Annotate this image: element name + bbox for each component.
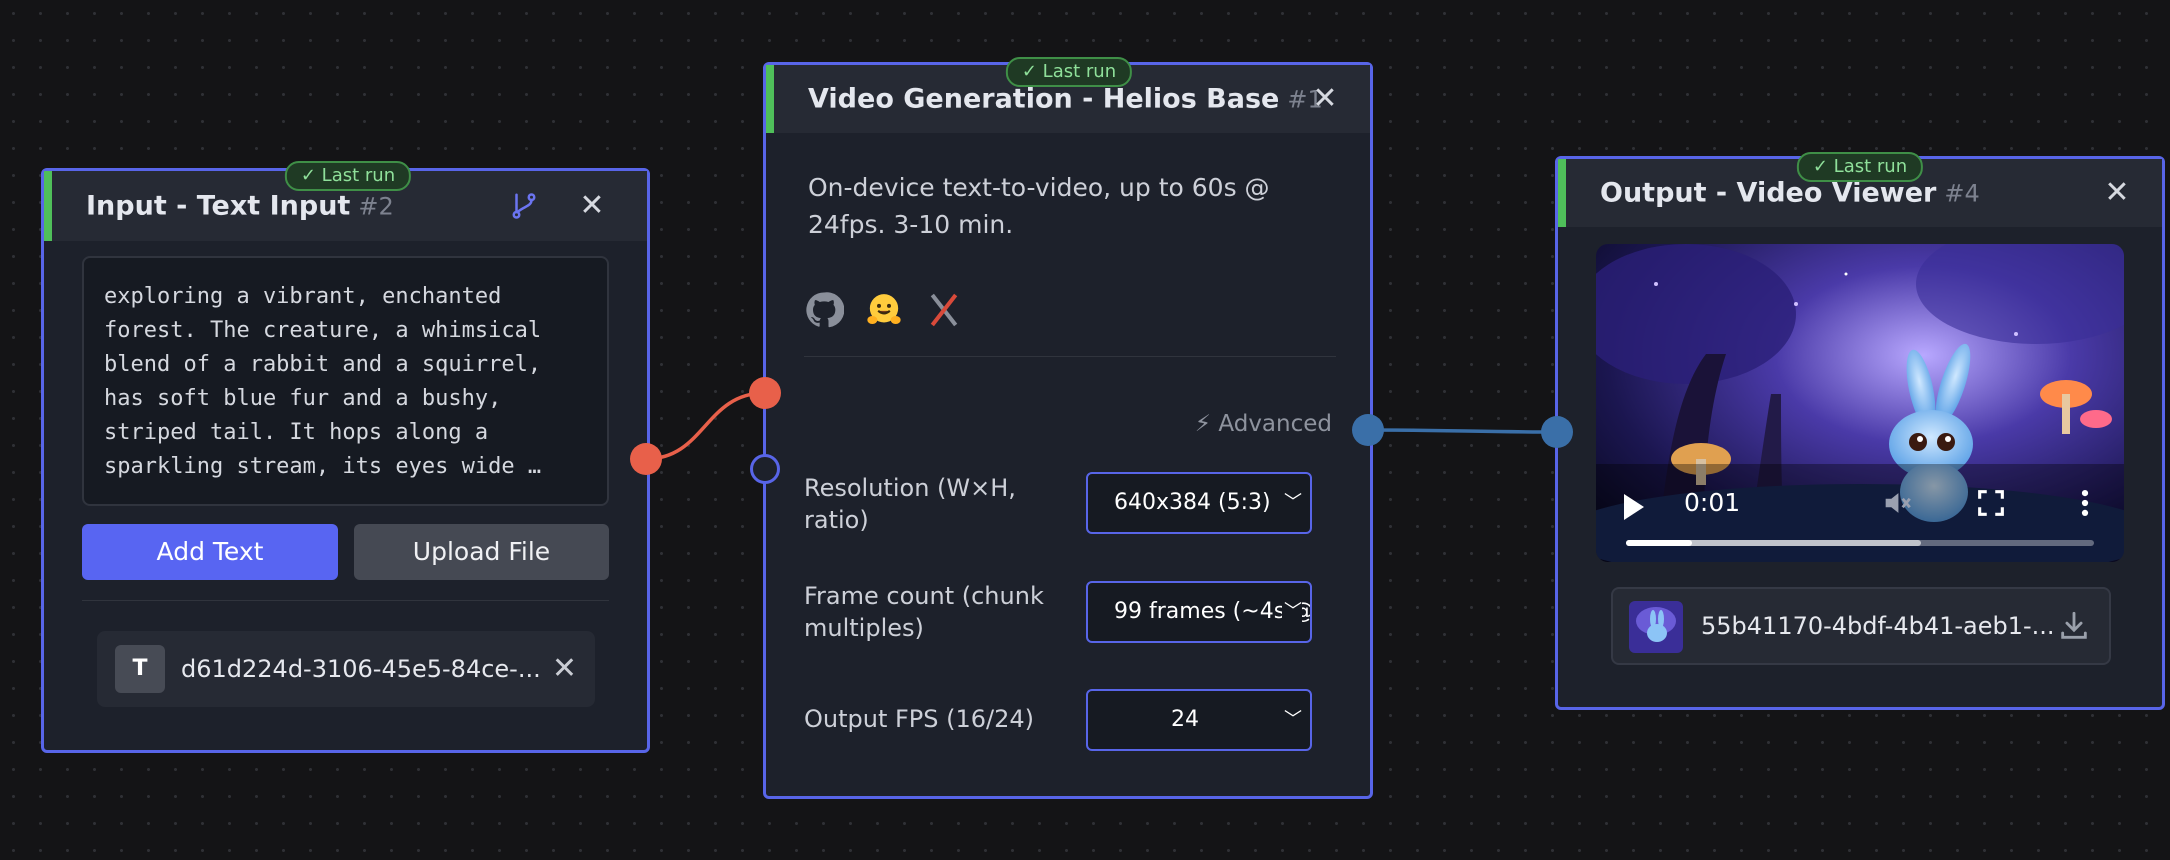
text-input-area[interactable]: exploring a vibrant, enchanted forest. T… [82,256,609,506]
branch-icon[interactable] [509,191,539,221]
node-title: Video Generation - Helios Base #1 [808,83,1323,115]
node-description: On-device text-to-video, up to 60s @ 24f… [808,173,1270,239]
frame-count-label: Frame count (chunk multiples) [804,582,1044,642]
edge-text-to-video [645,391,766,461]
video-progress-bar [1626,540,1692,546]
chevron-down-icon: ﹀ [1282,474,1302,532]
video-output-port[interactable] [1352,414,1384,446]
node-number: #2 [358,192,394,221]
huggingface-icon[interactable] [864,290,904,330]
divider [804,356,1336,357]
prompt-input-port[interactable] [749,377,781,409]
play-icon[interactable] [1624,494,1644,520]
text-file-icon: T [115,645,165,693]
chevron-down-icon: ﹀ [1282,583,1302,641]
text-input-node[interactable]: ✓ Last run Input - Text Input #2 ✕ explor… [41,161,650,753]
resolution-label: Resolution (W×H, ratio) [804,474,1016,534]
video-time: 0:01 [1684,488,1741,517]
text-output-port[interactable] [630,443,662,475]
x-icon[interactable] [924,290,964,330]
resolution-select[interactable]: 640x384 (5:3) ﹀ [1086,472,1312,534]
close-icon[interactable]: ✕ [1308,82,1342,116]
output-fps-label: Output FPS (16/24) [804,705,1035,733]
remove-file-icon[interactable]: ✕ [552,631,577,707]
output-fps-select[interactable]: 24 ﹀ [1086,689,1312,751]
output-file-chip[interactable]: 55b41170-4bdf-4b41-aeb1-... [1611,587,2111,665]
close-icon[interactable]: ✕ [575,189,609,223]
github-icon[interactable] [804,290,844,330]
upload-file-button[interactable]: Upload File [354,524,609,580]
video-thumbnail [1629,601,1683,653]
file-chip[interactable]: T d61d224d-3106-45e5-84ce-... ✕ [97,631,595,707]
video-progress-track[interactable] [1626,540,2094,546]
advanced-toggle[interactable]: ⚡︎ Advanced [1195,411,1332,437]
magic-wand-icon: ⚡︎ [1194,411,1219,437]
last-run-badge: ✓ Last run [1796,152,1924,182]
add-text-button[interactable]: Add Text [82,524,338,580]
divider [82,600,609,601]
more-options-icon[interactable] [2068,486,2102,520]
node-title: Output - Video Viewer #4 [1600,177,1980,209]
last-run-badge: ✓ Last run [1005,57,1133,87]
node-title: Input - Text Input #2 [86,190,394,222]
image-input-port[interactable] [750,454,780,484]
download-icon[interactable] [2057,609,2091,643]
edge-video-to-viewer [1367,428,1558,434]
fullscreen-icon[interactable] [1974,486,2008,520]
output-file-name: 55b41170-4bdf-4b41-aeb1-... [1701,612,2055,640]
close-icon[interactable]: ✕ [2100,176,2134,210]
video-controls[interactable]: 0:01 [1596,472,2124,562]
node-number: #4 [1944,179,1980,208]
video-generation-node[interactable]: ✓ Last run Video Generation - Helios Bas… [763,57,1373,799]
mute-icon[interactable] [1880,486,1914,520]
chevron-down-icon: ﹀ [1282,691,1302,749]
video-input-port[interactable] [1541,416,1573,448]
video-player[interactable]: 0:01 [1596,244,2124,562]
last-run-badge: ✓ Last run [284,161,412,191]
file-name: d61d224d-3106-45e5-84ce-... [181,655,541,683]
frame-count-select[interactable]: 99 frames (~4s @ 24fps)﹀ [1086,581,1312,643]
video-viewer-node[interactable]: ✓ Last run Output - Video Viewer #4 ✕ 0:… [1555,152,2165,710]
link-icons [804,285,964,335]
